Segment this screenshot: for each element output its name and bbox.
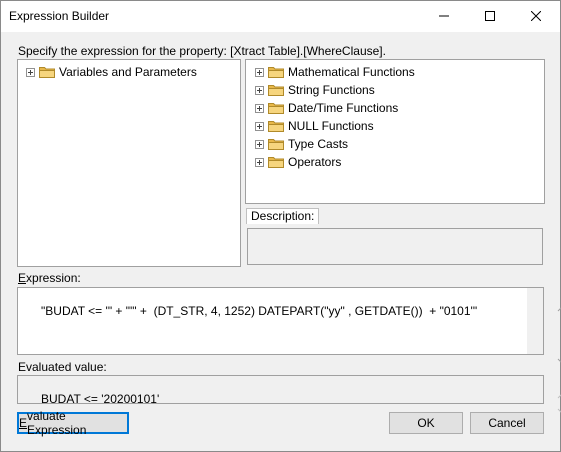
tree-item-variables[interactable]: Variables and Parameters [26, 64, 197, 80]
folder-icon [268, 103, 284, 114]
folder-icon [268, 157, 284, 168]
expression-scrollbar[interactable] [527, 288, 561, 364]
tree-item-type-casts[interactable]: Type Casts [255, 136, 348, 152]
tree-item-label: NULL Functions [288, 119, 374, 133]
folder-icon [268, 121, 284, 132]
description-label: Description: [246, 208, 320, 224]
expand-icon[interactable] [255, 67, 264, 77]
expression-text: "BUDAT <= '" + "'" + (DT_STR, 4, 1252) D… [41, 304, 478, 318]
scroll-arrows-icon [557, 306, 561, 364]
tree-item-label: Type Casts [288, 137, 349, 151]
ok-button[interactable]: OK [389, 412, 463, 434]
folder-icon [39, 67, 55, 78]
title-bar: Expression Builder [1, 1, 560, 32]
evaluated-value-box: BUDAT <= '20200101' [17, 375, 561, 414]
evaluated-value-label: Evaluated value: [18, 360, 107, 374]
functions-tree[interactable]: Mathematical Functions String Functions … [245, 59, 545, 204]
folder-icon [268, 139, 284, 150]
dialog-body: Specify the expression for the property:… [1, 32, 561, 451]
scroll-arrows-icon [557, 393, 561, 414]
evaluated-value-text: BUDAT <= '20200101' [41, 392, 160, 406]
minimize-button[interactable] [421, 1, 467, 32]
folder-icon [268, 85, 284, 96]
tree-item-null-functions[interactable]: NULL Functions [255, 118, 374, 134]
variables-tree[interactable]: Variables and Parameters [17, 59, 241, 267]
expand-icon[interactable] [26, 67, 35, 77]
tree-item-label: Mathematical Functions [288, 65, 415, 79]
tree-item-label: Variables and Parameters [59, 65, 197, 79]
expand-icon[interactable] [255, 139, 264, 149]
tree-item-operators[interactable]: Operators [255, 154, 341, 170]
folder-icon [268, 67, 284, 78]
expression-input[interactable]: "BUDAT <= '" + "'" + (DT_STR, 4, 1252) D… [17, 287, 561, 364]
expand-icon[interactable] [255, 103, 264, 113]
expand-icon[interactable] [255, 121, 264, 131]
expression-label: Expression: [18, 271, 81, 285]
expand-icon[interactable] [255, 157, 264, 167]
prompt-label: Specify the expression for the property:… [18, 44, 386, 58]
evaluated-scrollbar[interactable] [527, 376, 561, 414]
tree-item-label: Date/Time Functions [288, 101, 399, 115]
tree-item-mathematical-functions[interactable]: Mathematical Functions [255, 64, 415, 80]
maximize-button[interactable] [467, 1, 513, 32]
evaluate-expression-button[interactable]: Evaluate Expression [17, 409, 129, 437]
expression-builder-window: Expression Builder Specify the expressio… [0, 0, 561, 452]
tree-item-datetime-functions[interactable]: Date/Time Functions [255, 100, 398, 116]
close-button[interactable] [513, 1, 559, 32]
description-box [247, 228, 543, 265]
tree-item-label: Operators [288, 155, 342, 169]
expand-icon[interactable] [255, 85, 264, 95]
window-title: Expression Builder [9, 9, 110, 23]
tree-item-string-functions[interactable]: String Functions [255, 82, 375, 98]
maximize-icon [485, 10, 495, 24]
close-icon [530, 10, 542, 24]
cancel-button[interactable]: Cancel [470, 412, 544, 434]
minimize-icon [439, 10, 449, 24]
tree-item-label: String Functions [288, 83, 375, 97]
